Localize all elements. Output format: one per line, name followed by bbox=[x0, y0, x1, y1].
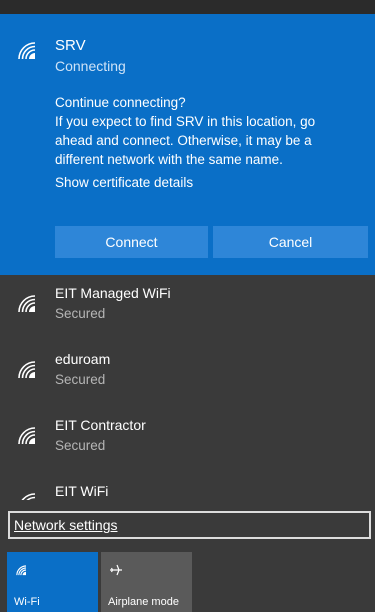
wifi-icon bbox=[14, 489, 42, 500]
network-name: EIT Contractor bbox=[55, 417, 146, 433]
list-item[interactable]: EIT WiFi bbox=[0, 473, 375, 500]
wifi-icon bbox=[14, 357, 42, 381]
wifi-tile-label: Wi-Fi bbox=[14, 596, 40, 608]
prompt-line: Continue connecting? bbox=[55, 95, 186, 110]
airplane-mode-tile[interactable]: Airplane mode bbox=[101, 552, 192, 612]
airplane-tile-label: Airplane mode bbox=[108, 596, 179, 608]
settings-section: Network settings bbox=[0, 500, 375, 550]
network-name: SRV bbox=[55, 37, 86, 54]
network-settings-link[interactable]: Network settings bbox=[8, 511, 371, 539]
list-item[interactable]: EIT Managed WiFi Secured bbox=[0, 275, 375, 341]
top-edge bbox=[0, 0, 375, 14]
wifi-icon bbox=[14, 423, 42, 447]
cancel-button[interactable]: Cancel bbox=[213, 226, 368, 258]
wifi-icon bbox=[14, 291, 42, 315]
network-security: Secured bbox=[55, 372, 106, 387]
wifi-toggle-tile[interactable]: Wi-Fi bbox=[7, 552, 98, 612]
wifi-icon bbox=[14, 562, 30, 578]
prompt-line: different network with the same name. bbox=[55, 152, 283, 167]
expanded-network-card[interactable]: SRV Connecting Continue connecting? If y… bbox=[0, 14, 375, 275]
network-list[interactable]: EIT Managed WiFi Secured eduroam Secured bbox=[0, 275, 375, 500]
list-item[interactable]: EIT Contractor Secured bbox=[0, 407, 375, 473]
prompt-line: If you expect to find SRV in this locati… bbox=[55, 114, 316, 129]
prompt-line: ahead and connect. Otherwise, it may be … bbox=[55, 133, 312, 148]
network-status: Connecting bbox=[55, 58, 126, 74]
show-certificate-link[interactable]: Show certificate details bbox=[55, 175, 193, 190]
network-security: Secured bbox=[55, 306, 106, 321]
connect-prompt: Continue connecting? If you expect to fi… bbox=[55, 93, 360, 169]
connect-button[interactable]: Connect bbox=[55, 226, 208, 258]
network-name: eduroam bbox=[55, 351, 111, 367]
wifi-icon bbox=[14, 38, 42, 62]
network-name: EIT WiFi bbox=[55, 483, 109, 499]
network-security: Secured bbox=[55, 438, 106, 453]
list-item[interactable]: eduroam Secured bbox=[0, 341, 375, 407]
airplane-icon bbox=[108, 562, 124, 578]
quick-actions: Wi-Fi Airplane mode bbox=[0, 550, 375, 612]
network-name: EIT Managed WiFi bbox=[55, 285, 171, 301]
